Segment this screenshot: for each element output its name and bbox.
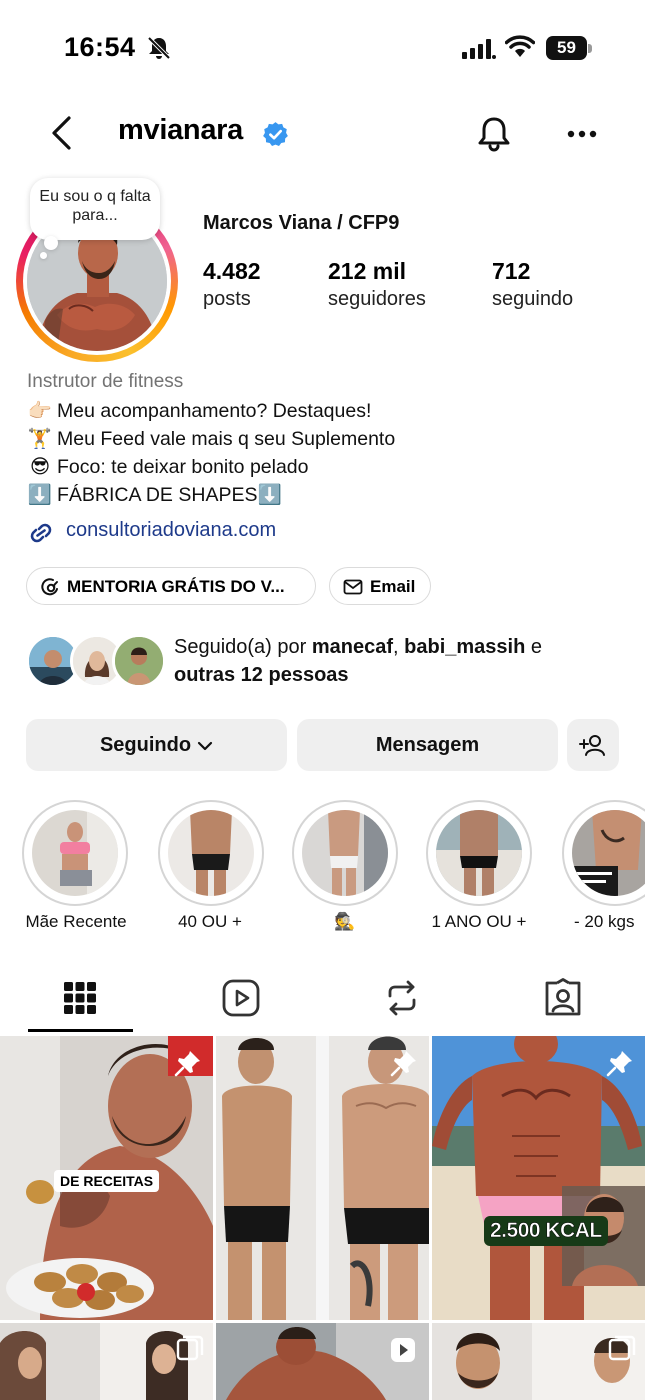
bio-line-text: Foco: te deixar bonito pelado [57, 456, 309, 478]
followed-separator: , [393, 636, 405, 658]
note-bubble-dot-small [40, 252, 47, 259]
post-caption-overlay: DE RECEITAS [54, 1170, 160, 1192]
stat-followers-label: seguidores [328, 288, 426, 310]
reposts-icon[interactable] [382, 978, 422, 1018]
back-icon[interactable] [44, 114, 80, 152]
notifications-bell-icon[interactable] [474, 114, 514, 154]
posts-grid: DE RECEITAS 2.500 KCAL [0, 1036, 645, 1400]
bio-line: ⬇️ FÁBRICA DE SHAPES⬇️ [27, 483, 282, 507]
message-button[interactable]: Mensagem [297, 719, 558, 771]
active-tab-indicator [28, 1029, 133, 1032]
highlight-label: Mãe Recente [25, 912, 127, 931]
stat-following-value: 712 [492, 258, 531, 284]
post-thumbnail[interactable]: 2.500 KCAL [432, 1036, 645, 1320]
mutual-followers-others: outras 12 pessoas [174, 664, 349, 686]
stat-following-label: seguindo [492, 288, 574, 310]
suggested-people-button[interactable] [567, 719, 619, 771]
pinned-icon [606, 1051, 632, 1077]
reel-video-icon [391, 1338, 415, 1362]
post-thumbnail[interactable] [0, 1323, 213, 1400]
post-caption-overlay: 2.500 KCAL [484, 1216, 608, 1246]
highlight-label: 🕵 [334, 912, 356, 931]
threads-icon [41, 578, 58, 596]
more-options-icon[interactable] [562, 120, 602, 150]
cellular-signal-icon [462, 39, 496, 59]
pinned-icon [174, 1051, 200, 1077]
bio-line-text: Meu acompanhamento? Destaques! [57, 400, 372, 422]
mutual-followers-text[interactable]: Seguido(a) por manecaf, babi_massih e out… [174, 633, 614, 689]
email-chip[interactable]: Email [329, 567, 431, 605]
weightlifter-emoji: 🏋 [27, 428, 53, 450]
link-icon [30, 523, 52, 543]
followed-prefix: Seguido(a) por [174, 636, 312, 658]
profile-header: mvianara [0, 100, 645, 164]
highlight-label: - 20 kgs [574, 912, 635, 931]
grid-posts-icon[interactable] [60, 978, 100, 1018]
carousel-icon [608, 1335, 636, 1361]
battery-level: 59 [557, 38, 576, 57]
mutual-follower-1: manecaf [311, 636, 394, 658]
bell-off-icon [147, 36, 171, 60]
stat-followers-value: 212 mil [328, 258, 406, 284]
post-thumbnail[interactable] [432, 1323, 645, 1400]
wifi-icon [505, 35, 535, 57]
stat-following[interactable]: 712 seguindo [492, 258, 573, 311]
status-time: 16:54 [64, 32, 136, 62]
mutual-follower-avatar [112, 634, 166, 688]
threads-mentoria-chip[interactable]: MENTORIA GRÁTIS DO V... [26, 567, 316, 605]
status-bar: 16:54 59 [0, 0, 645, 96]
profile-link-text[interactable]: consultoriadoviana.com [66, 519, 276, 542]
following-button[interactable]: Seguindo [26, 719, 287, 771]
carousel-icon [176, 1335, 204, 1361]
battery-icon: 59 [546, 36, 592, 60]
bio-line: 😎 Foco: te deixar bonito pelado [27, 455, 309, 479]
following-button-label: Seguindo [99, 734, 192, 756]
bio-line-text: FÁBRICA DE SHAPES⬇️ [57, 484, 282, 506]
email-chip-label: Email [370, 577, 416, 596]
profile-tabs [0, 970, 645, 1034]
pointing-hand-emoji: 👉🏻 [27, 400, 53, 422]
stat-posts-label: posts [203, 288, 251, 310]
stat-followers[interactable]: 212 mil seguidores [328, 258, 426, 311]
highlight-label: 1 ANO OU + [431, 912, 527, 931]
profile-display-name: Marcos Viana / CFP9 [203, 212, 400, 234]
stat-posts[interactable]: 4.482 posts [203, 258, 261, 311]
sunglasses-emoji: 😎 [29, 456, 51, 478]
reels-icon[interactable] [221, 978, 261, 1018]
bio-line: 👉🏻 Meu acompanhamento? Destaques! [27, 399, 372, 423]
down-arrow-emoji: ⬇️ [27, 484, 53, 506]
mutual-follower-2: babi_massih [404, 636, 526, 658]
profile-category: Instrutor de fitness [27, 371, 184, 392]
bio-line-text: Meu Feed vale mais q seu Suplemento [57, 428, 396, 450]
envelope-icon [343, 579, 363, 595]
add-person-icon [579, 735, 605, 756]
post-thumbnail[interactable]: DE RECEITAS [0, 1036, 213, 1320]
profile-note-bubble[interactable]: Eu sou o q falta para... [30, 178, 160, 240]
chevron-down-icon [197, 741, 213, 750]
bio-line: 🏋 Meu Feed vale mais q seu Suplemento [27, 427, 395, 451]
stat-posts-value: 4.482 [203, 258, 261, 284]
tagged-icon[interactable] [543, 978, 583, 1018]
threads-chip-label: MENTORIA GRÁTIS DO V... [67, 577, 285, 596]
mutual-followers-avatars[interactable] [26, 634, 166, 690]
highlight-label: 40 OU + [178, 912, 242, 931]
note-bubble-dot [44, 236, 58, 250]
post-thumbnail[interactable] [216, 1036, 429, 1320]
pinned-icon [390, 1051, 416, 1077]
verified-badge-icon [263, 122, 288, 146]
followed-conj: e [525, 636, 543, 658]
message-button-label: Mensagem [375, 734, 480, 756]
profile-username: mvianara [118, 114, 243, 146]
post-thumbnail[interactable] [216, 1323, 429, 1400]
